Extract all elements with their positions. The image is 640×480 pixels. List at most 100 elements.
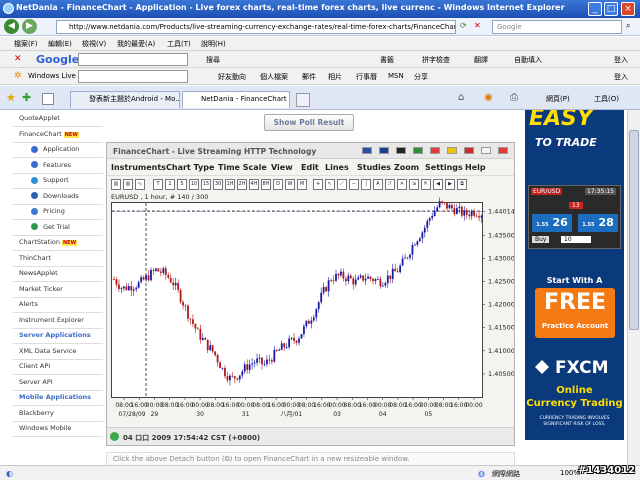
candle-body xyxy=(204,337,207,340)
autofill-button[interactable]: 自動填入 xyxy=(514,55,542,65)
maximize-button[interactable]: □ xyxy=(604,2,618,16)
candle-body xyxy=(312,317,315,321)
zoom-level[interactable]: 100% xyxy=(560,469,580,477)
live-item-profile[interactable]: 個人檔案 xyxy=(260,72,288,82)
nav-item-pricing[interactable]: Pricing xyxy=(31,207,65,215)
candle-body xyxy=(113,279,115,281)
add-favorite-icon[interactable]: ✚ xyxy=(22,91,31,104)
nav-item-support[interactable]: Support xyxy=(31,176,69,184)
nav-item-quoteapplet[interactable]: QuoteApplet xyxy=(19,114,60,122)
quick-tabs-icon[interactable] xyxy=(42,93,54,105)
nav-item-label: Windows Mobile xyxy=(19,424,72,432)
scrollbar-thumb[interactable] xyxy=(629,130,639,330)
minimize-button[interactable]: _ xyxy=(588,2,602,16)
address-input[interactable]: http://www.netdania.com/Products/live-st… xyxy=(56,20,456,34)
candle-body xyxy=(453,208,456,215)
candle-body xyxy=(460,206,463,216)
live-item-friends[interactable]: 好友動向 xyxy=(218,72,246,82)
close-toolbar-icon[interactable]: ✕ xyxy=(14,54,22,64)
candle-body xyxy=(142,277,145,280)
nav-item-blackberry[interactable]: Blackberry xyxy=(19,409,54,417)
live-login-link[interactable]: 登入 xyxy=(614,72,628,82)
page-scrollbar[interactable] xyxy=(627,110,640,465)
candle-body xyxy=(273,349,276,362)
home-icon[interactable]: ⌂ xyxy=(458,92,464,103)
page-menu[interactable]: 網頁(P) xyxy=(546,94,570,104)
google-search-input[interactable] xyxy=(78,53,188,66)
nav-item-xml-data-service[interactable]: XML Data Service xyxy=(19,347,76,355)
forward-button[interactable]: ▶ xyxy=(22,19,37,34)
candle-body xyxy=(177,282,180,290)
tab-netdania[interactable]: NetDania - FinanceChart - ... xyxy=(182,91,290,108)
nav-item-thinchart[interactable]: ThinChart xyxy=(19,254,51,262)
candle-body xyxy=(288,338,291,348)
candle-body xyxy=(305,320,308,327)
candle-body xyxy=(426,220,429,228)
menu-tools[interactable]: 工具(T) xyxy=(167,39,191,49)
live-item-photos[interactable]: 相片 xyxy=(328,72,342,82)
live-item-calendar[interactable]: 行事曆 xyxy=(356,72,377,82)
candle-body xyxy=(258,357,261,359)
live-search-input[interactable] xyxy=(78,70,188,83)
candle-body xyxy=(421,232,424,239)
nav-item-financechart[interactable]: FinanceChart NEW xyxy=(19,130,79,138)
nav-item-application[interactable]: Application xyxy=(31,145,79,153)
feeds-icon[interactable]: ◉ xyxy=(484,92,493,103)
nav-item-windows-mobile[interactable]: Windows Mobile xyxy=(19,424,71,432)
candle-body xyxy=(354,279,357,285)
translate-button[interactable]: 翻譯 xyxy=(474,55,488,65)
menu-edit[interactable]: 編輯(E) xyxy=(48,39,72,49)
nav-item-label: Mobile Applications xyxy=(19,393,92,401)
ad-time: 17:35:15 xyxy=(585,188,616,195)
show-poll-result-button[interactable]: Show Poll Result xyxy=(264,114,354,131)
x-time-label: 00:00 xyxy=(465,402,482,409)
menu-view[interactable]: 檢視(V) xyxy=(82,39,106,49)
support-icon xyxy=(31,176,38,184)
candle-body xyxy=(414,244,416,246)
tools-menu[interactable]: 工具(O) xyxy=(594,94,619,104)
google-login-link[interactable]: 登入 xyxy=(614,55,628,65)
nav-item-features[interactable]: Features xyxy=(31,161,71,169)
nav-item-get-trial[interactable]: Get Trial xyxy=(31,223,70,231)
nav-item-newsapplet[interactable]: NewsApplet xyxy=(19,269,58,277)
y-tick-label: 1.44014 xyxy=(488,208,514,216)
favorites-star-icon[interactable]: ★ xyxy=(6,91,16,104)
print-icon[interactable]: ⎙ xyxy=(510,92,518,103)
nav-item-market-ticker[interactable]: Market Ticker xyxy=(19,285,63,293)
fxcm-advert[interactable]: EASY TO TRADE EUR/USD 17:35:15 13 1.55 2… xyxy=(525,110,624,440)
candle-body xyxy=(147,275,150,281)
new-tab-button[interactable] xyxy=(296,93,310,107)
menu-favorites[interactable]: 我的最愛(A) xyxy=(117,39,155,49)
menu-help[interactable]: 說明(H) xyxy=(201,39,226,49)
fxcm-logo-icon xyxy=(535,360,549,374)
go-icon[interactable]: ⟳ xyxy=(460,21,467,30)
candle-body xyxy=(303,326,305,335)
nav-item-client-api[interactable]: Client API xyxy=(19,362,50,370)
search-input[interactable]: Google xyxy=(492,20,622,34)
nav-item-server-api[interactable]: Server API xyxy=(19,378,53,386)
nav-item-chartstation[interactable]: ChartStation NEW xyxy=(19,238,78,246)
nav-item-downloads[interactable]: Downloads xyxy=(31,192,79,200)
stop-icon[interactable]: ✕ xyxy=(474,21,481,30)
bookmarks-button[interactable]: 書籤 xyxy=(380,55,394,65)
candle-body xyxy=(172,282,175,286)
tab-android[interactable]: 發表新主題於Android - Mo... xyxy=(70,91,180,108)
close-button[interactable]: × xyxy=(621,2,635,16)
nav-item-instrument-explorer[interactable]: Instrument Explorer xyxy=(19,316,84,324)
nav-item-label: Server API xyxy=(19,377,53,386)
candle-body xyxy=(480,215,483,218)
search-icon[interactable]: ⌕ xyxy=(626,21,630,31)
google-search-button[interactable]: 搜尋 xyxy=(206,55,220,65)
spellcheck-button[interactable]: 拼字檢查 xyxy=(422,55,450,65)
live-item-share[interactable]: 分享 xyxy=(414,72,428,82)
menu-file[interactable]: 檔案(F) xyxy=(14,39,38,49)
nav-divider xyxy=(13,327,103,329)
ad-buy-price: 1.55 28 xyxy=(578,214,618,232)
candle-body xyxy=(182,302,184,306)
candle-body xyxy=(167,274,170,278)
live-item-mail[interactable]: 郵件 xyxy=(302,72,316,82)
back-button[interactable]: ◀ xyxy=(4,19,19,34)
nav-item-alerts[interactable]: Alerts xyxy=(19,300,38,308)
candle-body xyxy=(221,367,224,369)
live-item-msn[interactable]: MSN xyxy=(388,72,404,80)
